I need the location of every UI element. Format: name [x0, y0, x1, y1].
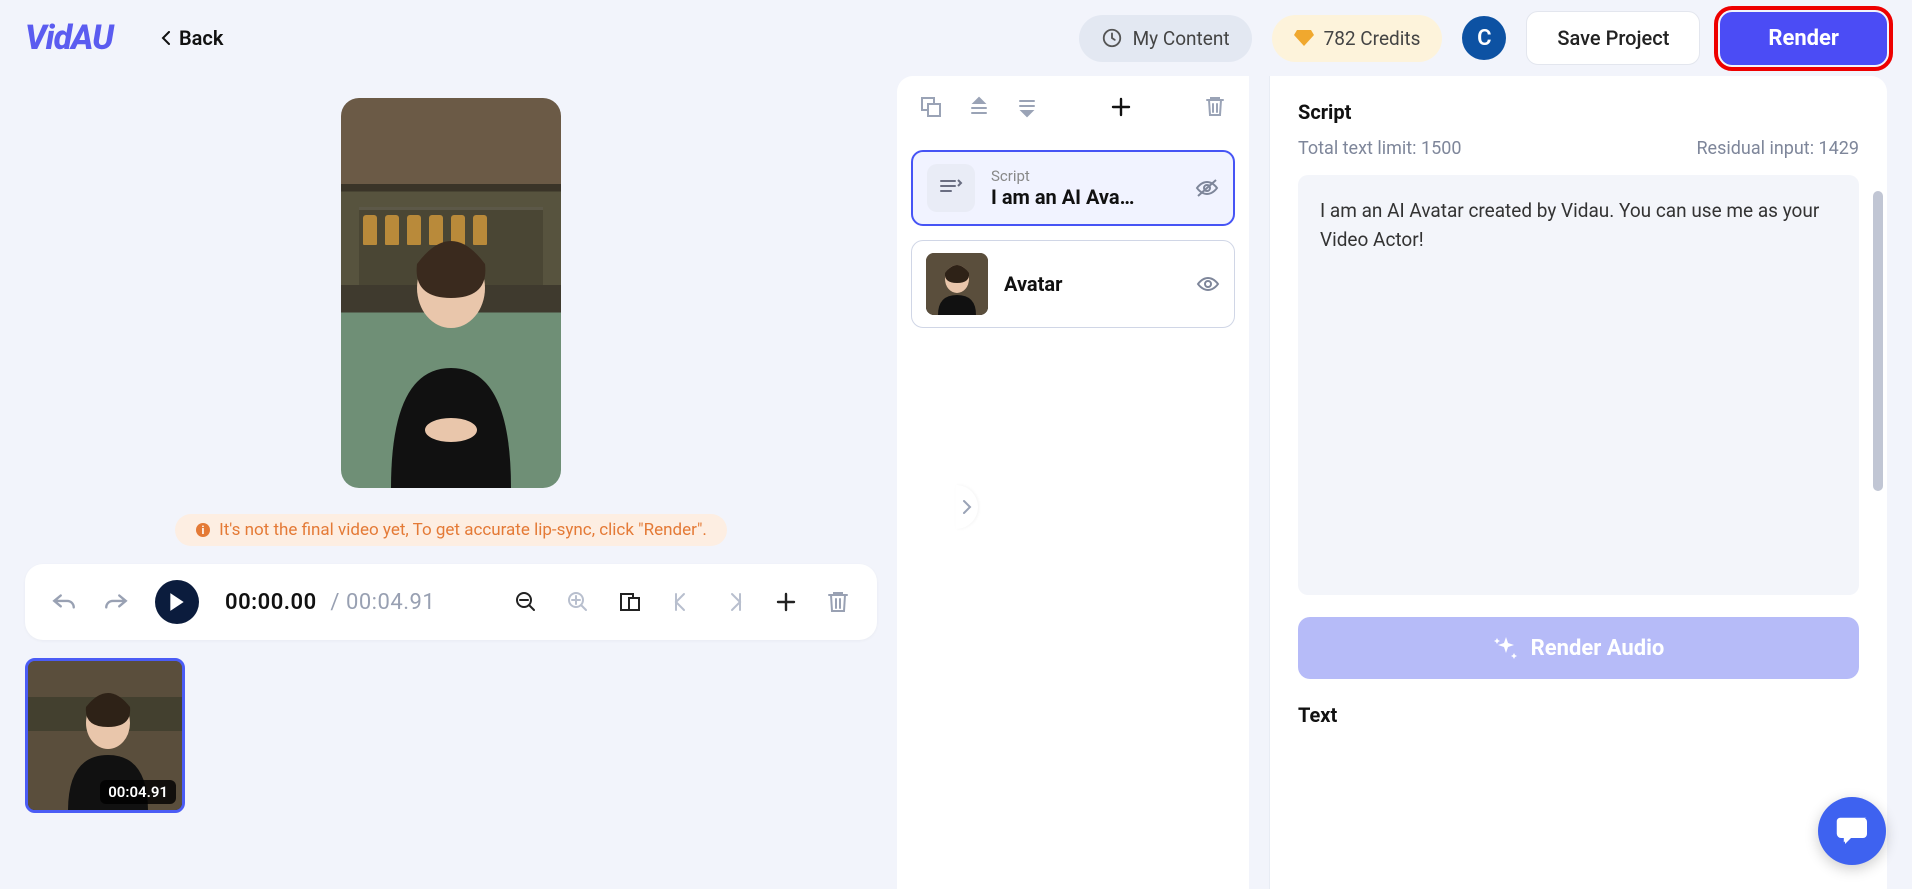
play-icon: [168, 592, 186, 612]
render-audio-button[interactable]: Render Audio: [1298, 617, 1859, 679]
script-layer-value: I am an AI Ava…: [991, 185, 1179, 209]
duplicate-layer-button[interactable]: [919, 95, 943, 119]
back-label: Back: [179, 26, 223, 50]
save-project-button[interactable]: Save Project: [1526, 11, 1700, 65]
avatar-person-icon: [361, 228, 541, 488]
back-button[interactable]: Back: [161, 26, 223, 50]
my-content-label: My Content: [1133, 27, 1230, 50]
layers-toolbar: [897, 76, 1249, 138]
redo-button[interactable]: [103, 589, 129, 615]
layers-panel: Script I am an AI Ava… Avatar: [897, 76, 1249, 889]
render-notice: i It's not the final video yet, To get a…: [175, 514, 727, 546]
clock-icon: [1101, 27, 1123, 49]
trim-right-button[interactable]: [721, 589, 747, 615]
eye-off-icon: [1195, 178, 1219, 198]
app-logo: VidAU: [25, 18, 113, 58]
scrollbar[interactable]: [1873, 191, 1883, 491]
my-content-button[interactable]: My Content: [1079, 15, 1252, 62]
zoom-out-button[interactable]: [513, 589, 539, 615]
info-icon: i: [195, 522, 211, 538]
eye-icon: [1196, 275, 1220, 293]
chevron-left-icon: [161, 31, 171, 45]
delete-layer-button[interactable]: [1203, 95, 1227, 119]
user-avatar[interactable]: C: [1462, 16, 1506, 60]
credits-button[interactable]: 782 Credits: [1272, 15, 1443, 62]
credits-label: 782 Credits: [1324, 27, 1421, 50]
script-layer-card[interactable]: Script I am an AI Ava…: [911, 150, 1235, 226]
avatar-thumb-icon: [926, 253, 988, 315]
script-heading: Script: [1270, 76, 1887, 138]
app-header: VidAU Back My Content 782 Credits C Save…: [0, 0, 1912, 76]
chevron-right-icon: [962, 499, 972, 515]
sparkle-icon: [1493, 635, 1519, 661]
zoom-in-button[interactable]: [565, 589, 591, 615]
residual-label: Residual input: 1429: [1696, 138, 1859, 159]
render-audio-label: Render Audio: [1531, 636, 1665, 661]
video-preview[interactable]: [341, 98, 561, 488]
avatar-layer-card[interactable]: Avatar: [911, 240, 1235, 328]
clip-duration: 00:04.91: [100, 780, 176, 804]
text-section-heading: Text: [1270, 679, 1887, 751]
diamond-icon: [1294, 29, 1314, 47]
script-textarea[interactable]: I am an AI Avatar created by Vidau. You …: [1298, 175, 1859, 595]
notice-text: It's not the final video yet, To get acc…: [219, 520, 707, 540]
script-layer-icon: [927, 164, 975, 212]
add-button[interactable]: [773, 589, 799, 615]
add-layer-button[interactable]: [1109, 95, 1133, 119]
render-button[interactable]: Render: [1720, 12, 1887, 65]
avatar-layer-label: Avatar: [1004, 272, 1180, 296]
bring-forward-button[interactable]: [967, 95, 991, 119]
trim-left-button[interactable]: [669, 589, 695, 615]
svg-text:i: i: [202, 524, 205, 537]
current-time: 00:00.00: [225, 590, 317, 615]
send-backward-button[interactable]: [1015, 95, 1039, 119]
fit-button[interactable]: [617, 589, 643, 615]
script-layer-label: Script: [991, 167, 1179, 185]
play-button[interactable]: [155, 580, 199, 624]
total-time: 00:04.91: [346, 590, 435, 615]
undo-button[interactable]: [51, 589, 77, 615]
show-layer-button[interactable]: [1196, 275, 1220, 293]
chat-support-button[interactable]: [1818, 797, 1886, 865]
hide-layer-button[interactable]: [1195, 178, 1219, 198]
text-limit-label: Total text limit: 1500: [1298, 138, 1461, 159]
script-panel: Script Total text limit: 1500 Residual i…: [1269, 76, 1887, 889]
timeline-time: 00:00.00 / 00:04.91: [225, 590, 435, 615]
script-limits: Total text limit: 1500 Residual input: 1…: [1270, 138, 1887, 175]
timeline-clip[interactable]: 00:04.91: [25, 658, 185, 813]
preview-column: i It's not the final video yet, To get a…: [25, 76, 877, 889]
timeline-thumbnails: 00:04.91: [25, 658, 877, 813]
chat-icon: [1835, 816, 1869, 846]
timeline-toolbar: 00:00.00 / 00:04.91: [25, 564, 877, 640]
delete-button[interactable]: [825, 589, 851, 615]
